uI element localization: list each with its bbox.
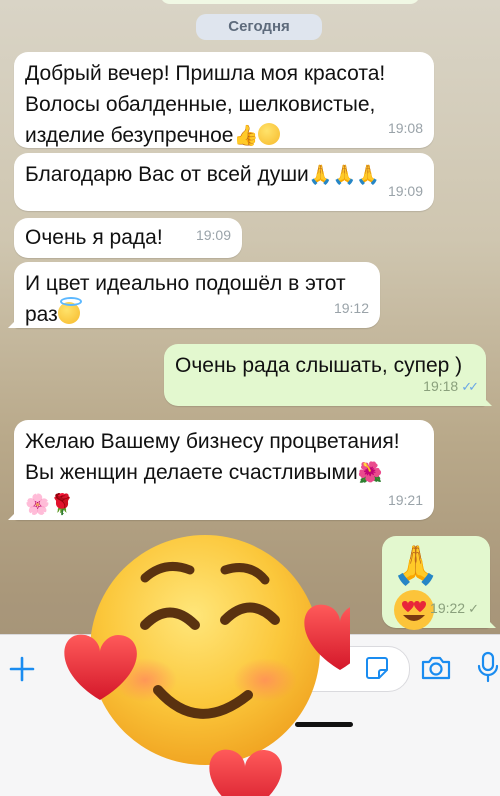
praying-hands-emoji: 🙏 — [392, 545, 440, 587]
bubble-tail — [8, 508, 20, 520]
message-time: 19:09 — [387, 183, 423, 199]
message-time: 19:21 — [387, 492, 423, 508]
thumbs-up-emoji: 👍 — [233, 124, 259, 147]
message-bubble-outgoing[interactable]: Очень рада слышать, супер ) 19:18 ✓✓ — [164, 344, 492, 406]
message-text: Очень я рада! — [25, 226, 163, 249]
bubble-tail — [480, 394, 492, 406]
message-time: 19:09 — [195, 227, 231, 243]
message-text: Очень рада слышать, супер ) — [175, 354, 463, 377]
microphone-icon[interactable] — [476, 651, 500, 683]
date-separator: Сегодня — [196, 14, 322, 40]
read-receipt-icon: ✓✓ — [461, 379, 479, 394]
plus-icon[interactable] — [8, 655, 36, 683]
message-bubble-incoming[interactable]: Добрый вечер! Пришла моя красота! Волосы… — [14, 52, 434, 148]
previous-message-edge — [160, 0, 420, 4]
message-time-value: 19:18 — [423, 378, 459, 394]
message-bubble-outgoing[interactable]: 🙏 19:22 ✓ — [382, 536, 496, 630]
message-time-value: 19:22 — [430, 600, 466, 616]
smile-emoji — [258, 123, 281, 145]
hibiscus-emoji: 🌺 — [357, 461, 383, 484]
message-time: 19:12 — [333, 300, 369, 316]
camera-icon[interactable] — [420, 654, 452, 682]
message-text: Добрый вечер! Пришла моя красота! Волосы… — [25, 62, 386, 147]
message-time: 19:08 — [387, 120, 423, 136]
message-bubble-incoming[interactable]: Благодарю Вас от всей души🙏🙏🙏 19:09 — [14, 153, 434, 211]
smiling-face-with-hearts-sticker — [64, 535, 350, 796]
message-time: 19:22 ✓ — [430, 593, 479, 624]
sent-receipt-icon: ✓ — [468, 601, 479, 616]
message-text: Благодарю Вас от всей души — [25, 163, 309, 186]
sticker-icon[interactable] — [364, 655, 390, 681]
message-text: Желаю Вашему бизнесу процветания! Вы жен… — [25, 430, 400, 484]
message-bubble-incoming[interactable]: И цвет идеально подошёл в этот раз 19:12 — [8, 262, 380, 328]
bubble-tail — [8, 316, 20, 328]
message-bubble-incoming[interactable]: Очень я рада! 19:09 — [14, 218, 242, 258]
message-bubble-incoming[interactable]: Желаю Вашему бизнесу процветания! Вы жен… — [8, 420, 434, 520]
message-time: 19:18 ✓✓ — [423, 371, 479, 402]
rose-emoji: 🌹 — [49, 493, 75, 516]
halo-smile-emoji — [57, 297, 82, 324]
praying-hands-emoji: 🙏🙏🙏 — [308, 164, 380, 186]
bubble-tail — [484, 616, 496, 628]
cherry-blossom-emoji: 🌸 — [25, 493, 50, 516]
